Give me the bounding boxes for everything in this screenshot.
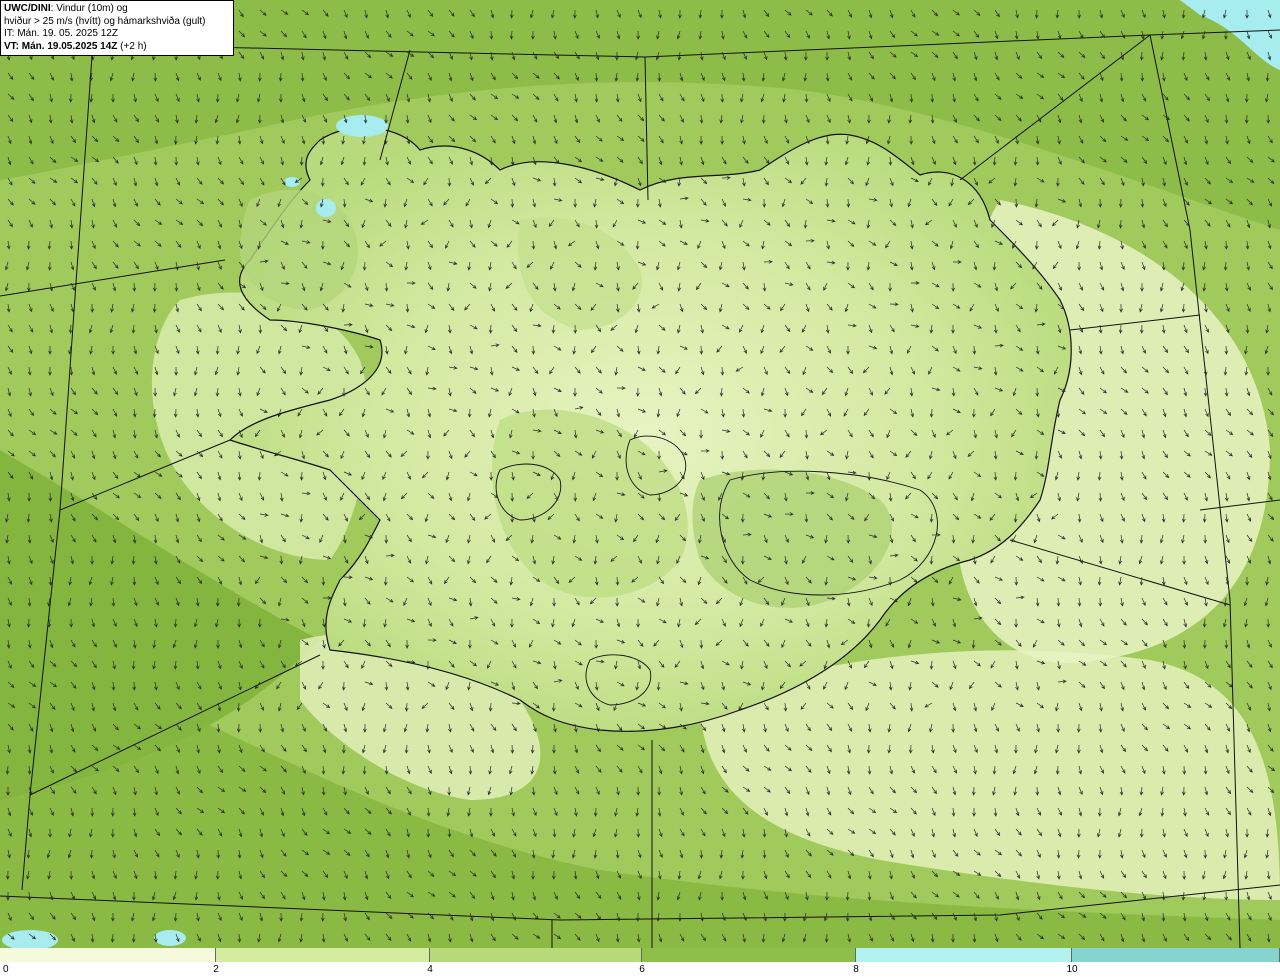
wind-map[interactable] — [0, 0, 1280, 948]
lake-westfjord — [316, 199, 336, 217]
colorbar-segment — [642, 948, 856, 962]
colorbar-segment — [0, 948, 216, 962]
valid-time: VT: Mán. 19.05.2025 14Z — [4, 40, 118, 52]
colorbar-segment — [856, 948, 1072, 962]
lake-sw-2 — [154, 930, 186, 946]
colorbar-segment — [1072, 948, 1280, 962]
colorbar-segment — [216, 948, 430, 962]
description-line2: hviður > 25 m/s (hvítt) og hámarkshviða … — [4, 15, 206, 27]
colorbar-tick-label: 0 — [3, 964, 9, 975]
initial-time: IT: Mán. 19. 05. 2025 12Z — [4, 28, 118, 39]
model-name: UWC/DINI — [4, 3, 51, 14]
valid-time-offset: (+2 h) — [117, 40, 147, 52]
colorbar-tick-label: 2 — [213, 964, 219, 975]
colorbar-tick-label: 6 — [639, 964, 645, 975]
description-line1: : Vindur (10m) og — [50, 3, 128, 14]
map-info-box: UWC/DINI: Vindur (10m) og hviður > 25 m/… — [0, 0, 234, 56]
colorbar-tick-label: 10 — [1066, 964, 1078, 975]
colorbar-segment — [430, 948, 642, 962]
colorbar-tick-label: 4 — [427, 964, 433, 975]
colorbar-tick-label: 8 — [853, 964, 859, 975]
colorbar: 0 2 4 6 8 10 — [0, 948, 1280, 978]
lake-north — [336, 115, 388, 137]
